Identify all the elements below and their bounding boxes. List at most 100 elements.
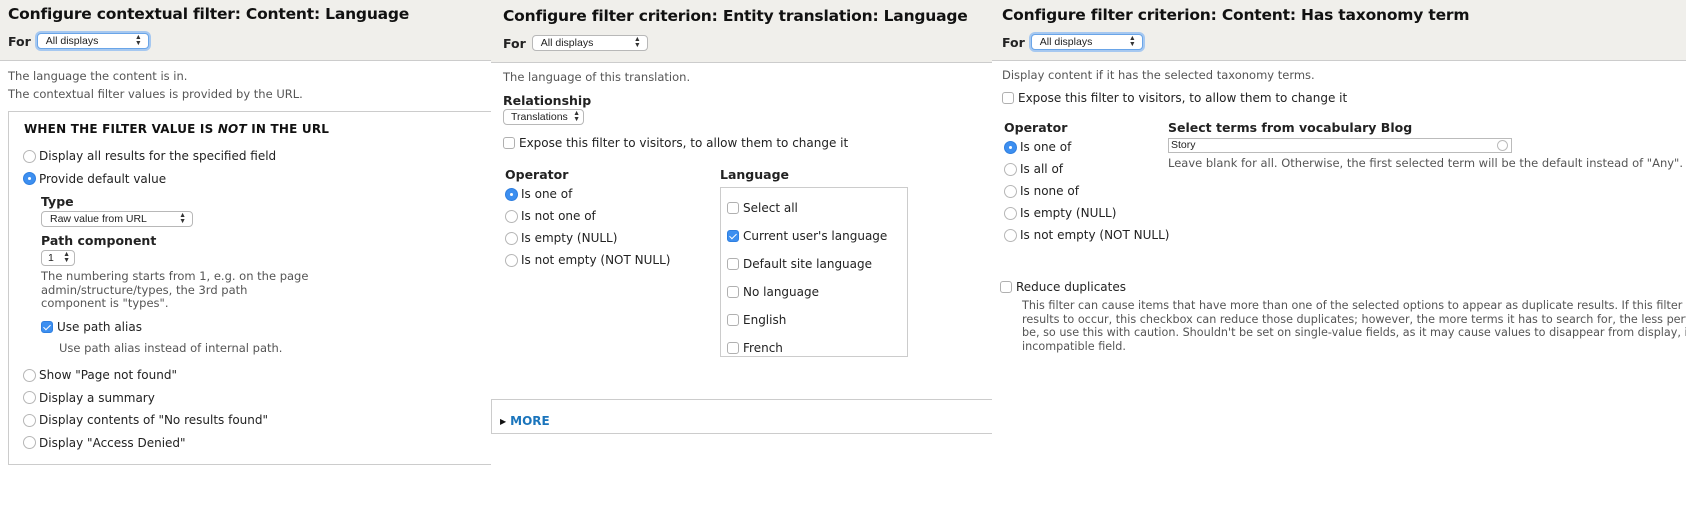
language-option-5[interactable]: English xyxy=(727,306,907,334)
radio-label: Is one of xyxy=(1020,140,1072,154)
operator-option-2[interactable]: Is all of xyxy=(1004,158,1169,180)
operator-option-3[interactable]: Is none of xyxy=(1004,180,1169,202)
radio-icon xyxy=(23,436,36,450)
reduce-duplicates-checkbox[interactable]: Reduce duplicates xyxy=(1000,276,1126,298)
terms-label: Select terms from vocabulary Blog xyxy=(1168,120,1413,135)
relationship-label: Relationship xyxy=(503,93,592,108)
radio-selected-icon xyxy=(1004,140,1017,154)
checkbox-label: Default site language xyxy=(743,257,873,271)
relationship-select[interactable]: Translations ▲ ▼ xyxy=(503,109,584,125)
expose-filter-checkbox[interactable]: Expose this filter to visitors, to allow… xyxy=(1002,87,1347,109)
language-label: Language xyxy=(720,167,790,182)
default-action-option-3[interactable]: Display contents of "No results found" xyxy=(23,409,268,432)
for-label: For xyxy=(1002,34,1025,50)
contextual-filter-dialog: Configure contextual filter: Content: La… xyxy=(0,0,491,509)
path-help: component is "types". xyxy=(41,296,169,310)
operator-option-1[interactable]: Is one of xyxy=(505,183,670,205)
default-action-option-4[interactable]: Display "Access Denied" xyxy=(23,432,268,455)
radio-icon xyxy=(23,413,36,427)
checkbox-icon xyxy=(727,286,739,298)
radio-label: Is not empty (NOT NULL) xyxy=(1020,228,1170,242)
language-option-2[interactable]: Current user's language xyxy=(727,222,907,250)
taxonomy-term-filter-dialog: Configure filter criterion: Content: Has… xyxy=(992,0,1686,509)
radio-icon xyxy=(505,253,518,267)
checkbox-label: Reduce duplicates xyxy=(1016,280,1126,294)
operator-label: Operator xyxy=(1004,120,1068,135)
checkbox-label: English xyxy=(743,313,787,327)
operator-option-2[interactable]: Is not one of xyxy=(505,205,670,227)
autocomplete-throbber-icon xyxy=(1497,140,1508,151)
dialog-header: Configure filter criterion: Entity trans… xyxy=(491,0,992,63)
default-action-option-2[interactable]: Provide default value xyxy=(23,168,276,191)
checkbox-icon xyxy=(727,342,739,354)
path-component-select[interactable]: 1 ▲ ▼ xyxy=(41,250,75,266)
language-option-3[interactable]: Default site language xyxy=(727,250,907,278)
more-toggle[interactable]: ▶ MORE xyxy=(491,399,992,434)
dialog-header: Configure filter criterion: Content: Has… xyxy=(992,0,1686,61)
select-value: 1 xyxy=(48,252,54,264)
default-action-option-1[interactable]: Display all results for the specified fi… xyxy=(23,145,276,168)
radio-label: Is empty (NULL) xyxy=(521,231,618,245)
checkbox-label: Select all xyxy=(743,201,798,215)
select-arrows-icon: ▲ ▼ xyxy=(1128,35,1136,48)
checkbox-label: Use path alias xyxy=(57,319,142,334)
for-displays-select[interactable]: All displays ▲ ▼ xyxy=(1030,34,1143,50)
checkbox-label: Expose this filter to visitors, to allow… xyxy=(1018,91,1348,105)
type-select[interactable]: Raw value from URL ▲ ▼ xyxy=(41,211,193,227)
language-option-6[interactable]: French xyxy=(727,334,907,362)
expose-filter-checkbox[interactable]: Expose this filter to visitors, to allow… xyxy=(503,132,848,154)
checkbox-icon xyxy=(1002,92,1014,104)
select-arrows-icon: ▲ ▼ xyxy=(633,36,641,49)
path-component-label: Path component xyxy=(41,233,157,248)
for-label: For xyxy=(503,35,526,51)
select-value: Translations xyxy=(511,111,568,123)
operator-option-3[interactable]: Is empty (NULL) xyxy=(505,227,670,249)
radio-label: Is empty (NULL) xyxy=(1020,206,1117,220)
more-link[interactable]: MORE xyxy=(510,414,550,428)
select-value: Raw value from URL xyxy=(50,213,147,225)
checkbox-label: Current user's language xyxy=(743,229,888,243)
default-action-option-2[interactable]: Display a summary xyxy=(23,387,268,410)
radio-selected-icon xyxy=(23,172,36,186)
dialog-title: Configure filter criterion: Content: Has… xyxy=(1002,6,1470,24)
radio-icon xyxy=(23,391,36,405)
path-alias-help: Use path alias instead of internal path. xyxy=(59,340,283,355)
radio-icon xyxy=(1004,228,1017,242)
dialog-title: Configure filter criterion: Entity trans… xyxy=(503,7,968,25)
radio-icon xyxy=(505,231,518,245)
checkbox-label: Expose this filter to visitors, to allow… xyxy=(519,136,849,150)
operator-option-5[interactable]: Is not empty (NOT NULL) xyxy=(1004,224,1169,246)
fieldset-legend: WHEN THE FILTER VALUE IS NOT IN THE URL xyxy=(24,122,330,136)
checkbox-label: No language xyxy=(743,285,820,299)
operator-option-1[interactable]: Is one of xyxy=(1004,136,1169,158)
path-help: admin/structure/types, the 3rd path xyxy=(41,282,248,297)
terms-help: Leave blank for all. Otherwise, the firs… xyxy=(1168,156,1684,170)
terms-autocomplete-input[interactable]: Story xyxy=(1168,138,1512,153)
select-arrows-icon: ▲ ▼ xyxy=(179,212,186,225)
radio-label: Is none of xyxy=(1020,184,1079,198)
select-value: All displays xyxy=(540,37,594,49)
checkbox-checked-icon xyxy=(727,230,739,242)
operator-option-4[interactable]: Is not empty (NOT NULL) xyxy=(505,249,670,271)
select-value: All displays xyxy=(1039,36,1093,48)
checkbox-icon xyxy=(503,137,515,149)
filter-description: The language of this translation. xyxy=(503,70,691,84)
radio-label: Is not one of xyxy=(521,209,596,223)
select-arrows-icon: ▲ ▼ xyxy=(573,110,580,123)
radio-label: Show "Page not found" xyxy=(39,368,177,383)
triangle-right-icon: ▶ xyxy=(500,416,507,426)
for-displays-select[interactable]: All displays ▲ ▼ xyxy=(531,35,648,51)
for-displays-select[interactable]: All displays ▲ ▼ xyxy=(36,33,149,49)
for-label: For xyxy=(8,33,31,49)
default-action-option-1[interactable]: Show "Page not found" xyxy=(23,364,268,387)
language-option-1[interactable]: Select all xyxy=(727,194,907,222)
filter-description: Display content if it has the selected t… xyxy=(1002,68,1315,82)
operator-option-4[interactable]: Is empty (NULL) xyxy=(1004,202,1169,224)
select-value: All displays xyxy=(45,35,99,47)
language-checkbox-list[interactable]: Select all Current user's language Default… xyxy=(720,187,908,357)
radio-label: Display "Access Denied" xyxy=(39,435,186,450)
use-path-alias-checkbox[interactable]: Use path alias xyxy=(41,316,341,338)
radio-icon xyxy=(23,149,36,163)
language-option-4[interactable]: No language xyxy=(727,278,907,306)
path-help: The numbering starts from 1, e.g. on the… xyxy=(41,269,309,283)
